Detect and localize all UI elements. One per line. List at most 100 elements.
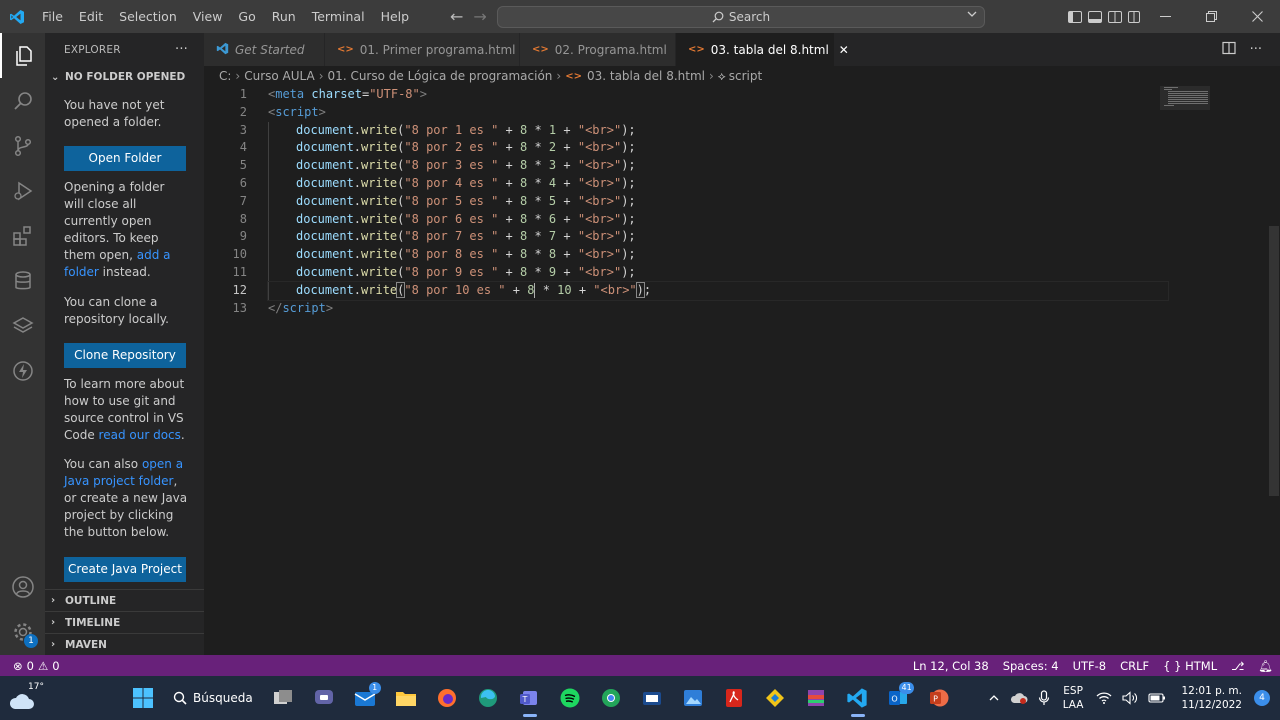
clone-repository-button[interactable]: Clone Repository xyxy=(64,343,186,368)
notification-center-badge[interactable]: 4 xyxy=(1254,690,1270,706)
layers-icon[interactable] xyxy=(0,303,45,348)
menu-help[interactable]: Help xyxy=(373,0,418,33)
restore-button[interactable] xyxy=(1188,0,1234,33)
code-lines[interactable]: <meta charset="UTF-8"> <script> document… xyxy=(267,86,1169,317)
run-debug-icon[interactable] xyxy=(0,168,45,213)
microphone-icon[interactable] xyxy=(1033,690,1055,706)
chevron-down-icon[interactable] xyxy=(966,8,978,23)
indentation[interactable]: Spaces: 4 xyxy=(996,659,1066,673)
search-icon[interactable] xyxy=(0,78,45,123)
breadcrumb-file[interactable]: 03. tabla del 8.html xyxy=(587,69,705,83)
photos-icon[interactable] xyxy=(673,678,714,718)
sidebar-header: EXPLORER ··· xyxy=(45,33,204,66)
problems-indicator[interactable]: ⊗ 0 ⚠ 0 xyxy=(0,659,60,673)
teams-chat-icon[interactable] xyxy=(304,678,345,718)
minimize-button[interactable] xyxy=(1142,0,1188,33)
edge-icon[interactable] xyxy=(468,678,509,718)
acrobat-icon[interactable] xyxy=(714,678,755,718)
teams-icon[interactable]: T xyxy=(509,678,550,718)
database-icon[interactable] xyxy=(0,258,45,303)
close-icon[interactable]: ✕ xyxy=(839,43,849,57)
html-icon: <> xyxy=(565,70,582,82)
source-control-icon[interactable] xyxy=(0,123,45,168)
code-editor[interactable]: 1 2 3 4 5 6 7 8 9 10 11 12 13 <meta char… xyxy=(204,86,1280,655)
menu-go[interactable]: Go xyxy=(230,0,263,33)
language-label: HTML xyxy=(1185,658,1218,673)
git-app-icon[interactable] xyxy=(755,678,796,718)
manage-gear-icon[interactable]: 1 xyxy=(0,609,45,654)
window-controls xyxy=(1142,0,1280,33)
account-icon[interactable] xyxy=(0,564,45,609)
start-button[interactable] xyxy=(122,678,163,718)
open-folder-button[interactable]: Open Folder xyxy=(64,146,186,171)
tab-tabla-del-8[interactable]: <> 03. tabla del 8.html ✕ xyxy=(676,33,849,66)
maven-section[interactable]: › MAVEN xyxy=(45,633,204,655)
battery-icon[interactable] xyxy=(1143,692,1171,704)
tab-primer-programa[interactable]: <> 01. Primer programa.html xyxy=(325,33,520,66)
minimap[interactable] xyxy=(1160,86,1210,110)
clock[interactable]: 12:01 p. m. 11/12/2022 xyxy=(1171,684,1250,712)
menu-terminal[interactable]: Terminal xyxy=(304,0,373,33)
feedback-icon[interactable]: ⎇ xyxy=(1224,659,1251,673)
menu-selection[interactable]: Selection xyxy=(111,0,185,33)
firefox-icon[interactable] xyxy=(427,678,468,718)
menu-view[interactable]: View xyxy=(185,0,231,33)
toggle-panel-icon[interactable] xyxy=(1088,10,1102,23)
encoding[interactable]: UTF-8 xyxy=(1066,659,1114,673)
menu-edit[interactable]: Edit xyxy=(71,0,111,33)
file-explorer-icon[interactable] xyxy=(386,678,427,718)
command-center-search[interactable]: Search xyxy=(497,6,985,28)
cursor-position[interactable]: Ln 12, Col 38 xyxy=(906,659,996,673)
cloud-sync-icon[interactable] xyxy=(1005,691,1033,705)
breadcrumb-folder[interactable]: Curso AULA xyxy=(244,69,315,83)
chevron-right-icon: › xyxy=(51,595,56,606)
breadcrumb-symbol[interactable]: script xyxy=(729,69,762,83)
forward-arrow-icon[interactable]: → xyxy=(473,7,486,26)
vertical-scrollbar[interactable] xyxy=(1266,86,1280,655)
no-folder-section-header[interactable]: ⌄ NO FOLDER OPENED xyxy=(45,66,204,88)
breadcrumb-drive[interactable]: C: xyxy=(219,69,231,83)
chevron-up-icon[interactable] xyxy=(983,692,1005,704)
volume-icon[interactable] xyxy=(1117,691,1143,705)
task-view-icon[interactable] xyxy=(263,678,304,718)
vscode-taskbar-icon[interactable] xyxy=(837,678,878,718)
close-window-button[interactable] xyxy=(1234,0,1280,33)
explorer-sidebar: EXPLORER ··· ⌄ NO FOLDER OPENED You have… xyxy=(45,33,204,655)
tab-get-started[interactable]: Get Started xyxy=(204,33,325,66)
breadcrumb-subfolder[interactable]: 01. Curso de Lógica de programación xyxy=(328,69,553,83)
read-docs-link[interactable]: read our docs xyxy=(99,428,181,442)
timeline-section[interactable]: › TIMELINE xyxy=(45,611,204,633)
line-number: 5 xyxy=(239,158,247,173)
tab-programa[interactable]: <> 02. Programa.html xyxy=(520,33,676,66)
menu-file[interactable]: File xyxy=(34,0,71,33)
notifications-bell-icon[interactable]: 🔔︎ xyxy=(1251,659,1280,673)
more-actions-icon[interactable]: ··· xyxy=(1250,42,1262,57)
archive-icon[interactable] xyxy=(796,678,837,718)
more-actions-icon[interactable]: ··· xyxy=(175,42,188,57)
extensions-icon[interactable] xyxy=(0,213,45,258)
end-of-line[interactable]: CRLF xyxy=(1113,659,1156,673)
weather-widget[interactable]: 17° xyxy=(8,680,48,716)
wifi-icon[interactable] xyxy=(1091,692,1117,704)
powerpoint-icon[interactable]: P xyxy=(919,678,960,718)
mail-icon[interactable]: 1 xyxy=(345,678,386,718)
back-arrow-icon[interactable]: ← xyxy=(450,7,463,26)
create-java-project-button[interactable]: Create Java Project xyxy=(64,557,186,582)
chrome-icon[interactable] xyxy=(591,678,632,718)
outline-section[interactable]: › OUTLINE xyxy=(45,589,204,611)
input-language[interactable]: ESP LAA xyxy=(1055,684,1092,712)
customize-layout-icon[interactable] xyxy=(1128,10,1140,23)
store-app-icon[interactable] xyxy=(632,678,673,718)
language-mode[interactable]: { } HTML xyxy=(1156,659,1224,673)
toggle-secondary-sidebar-icon[interactable] xyxy=(1108,10,1122,23)
menu-run[interactable]: Run xyxy=(264,0,304,33)
explorer-icon[interactable] xyxy=(0,33,45,78)
spotify-icon[interactable] xyxy=(550,678,591,718)
lightning-icon[interactable] xyxy=(0,348,45,393)
toggle-sidebar-icon[interactable] xyxy=(1068,10,1082,23)
scrollbar-thumb[interactable] xyxy=(1269,226,1279,496)
outlook-icon[interactable]: O 41 xyxy=(878,678,919,718)
taskbar-search[interactable]: Búsqueda xyxy=(163,678,263,718)
split-editor-icon[interactable] xyxy=(1221,41,1236,58)
line-number: 12 xyxy=(232,282,247,297)
